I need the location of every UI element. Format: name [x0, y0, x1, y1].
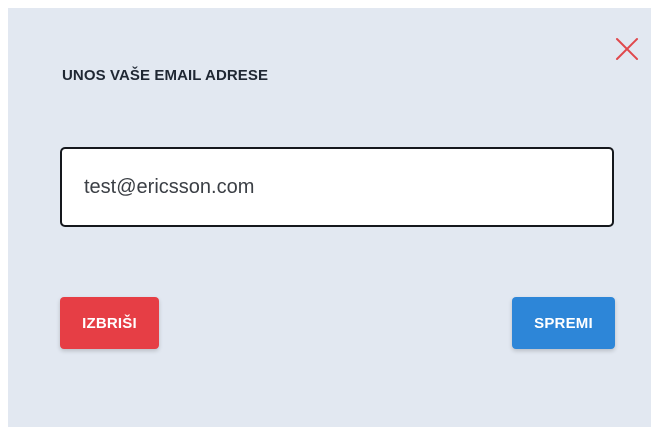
- close-icon: [616, 38, 638, 60]
- save-button[interactable]: SPREMI: [512, 297, 615, 349]
- close-button[interactable]: [614, 36, 640, 62]
- email-input[interactable]: [60, 147, 614, 227]
- delete-button[interactable]: IZBRIŠI: [60, 297, 159, 349]
- email-dialog: UNOS VAŠE EMAIL ADRESE IZBRIŠI SPREMI: [8, 8, 651, 427]
- dialog-title: UNOS VAŠE EMAIL ADRESE: [62, 67, 269, 84]
